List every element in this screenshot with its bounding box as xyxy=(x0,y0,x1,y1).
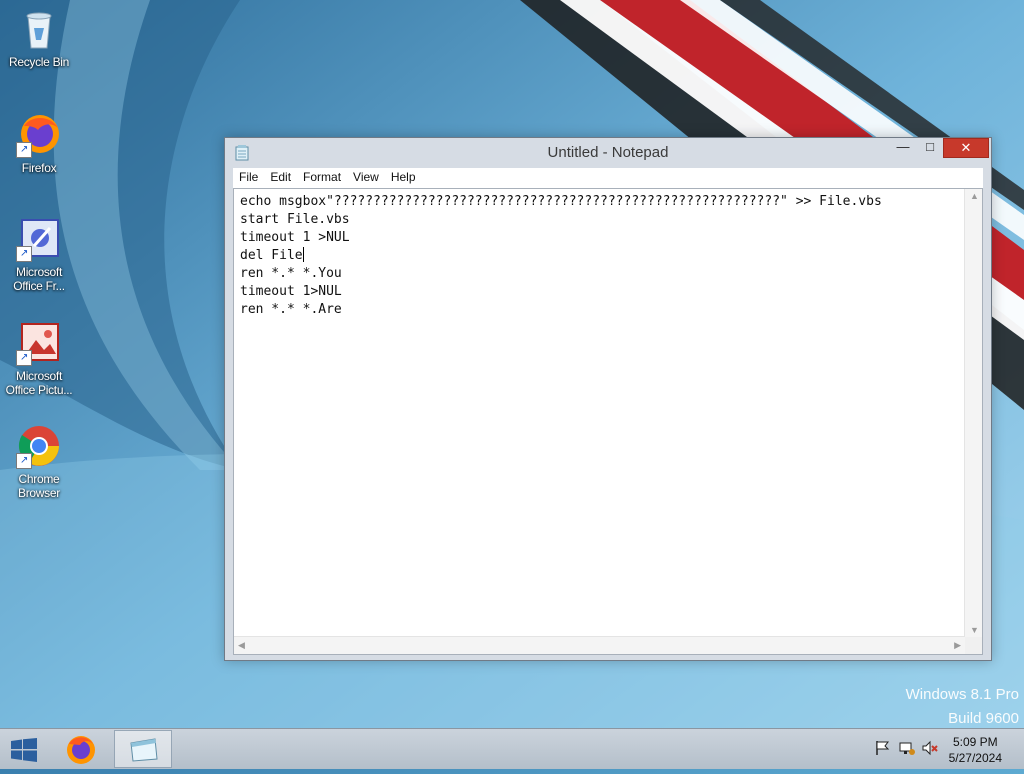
horizontal-scrollbar[interactable]: ◀ ▶ xyxy=(234,636,965,654)
recycle-bin-icon xyxy=(16,6,62,52)
firefox-icon: ↗ xyxy=(16,112,62,158)
menu-edit[interactable]: Edit xyxy=(264,168,297,184)
desktop-icon-label: Microsoft Office Pictu... xyxy=(5,369,73,397)
close-button[interactable]: ✕ xyxy=(943,138,989,158)
taskbar-notepad[interactable] xyxy=(114,730,172,768)
maximize-button[interactable]: □ xyxy=(917,138,943,158)
desktop-icon-office-frontpage[interactable]: ↗ Microsoft Office Fr... xyxy=(2,216,76,293)
text-line: timeout 1 >NUL xyxy=(240,230,350,245)
minimize-button[interactable]: — xyxy=(889,138,917,158)
text-line: start File.vbs xyxy=(240,212,350,227)
text-caret xyxy=(302,247,304,262)
taskbar: 5:09 PM 5/27/2024 xyxy=(0,728,1024,769)
action-center-flag-icon[interactable] xyxy=(874,739,892,757)
text-line: del File xyxy=(240,248,303,263)
clock-date: 5/27/2024 xyxy=(948,751,1002,765)
firefox-icon xyxy=(67,736,95,764)
scroll-right-icon[interactable]: ▶ xyxy=(954,640,961,651)
shortcut-arrow-icon: ↗ xyxy=(16,246,32,262)
menu-bar: File Edit Format View Help xyxy=(233,168,983,189)
notepad-icon xyxy=(130,738,158,762)
menu-help[interactable]: Help xyxy=(385,168,422,184)
desktop-icon-office-picture[interactable]: ↗ Microsoft Office Pictu... xyxy=(2,320,76,397)
taskbar-firefox[interactable] xyxy=(55,730,113,768)
start-button[interactable] xyxy=(10,738,38,762)
network-icon[interactable] xyxy=(898,739,916,757)
window-title: Untitled - Notepad xyxy=(547,144,669,161)
menu-view[interactable]: View xyxy=(347,168,385,184)
windows-logo-icon xyxy=(11,738,37,762)
vertical-scrollbar[interactable]: ▲ ▼ xyxy=(964,189,982,637)
text-editor[interactable]: echo msgbox"????????????????????????????… xyxy=(233,188,983,655)
text-line: ren *.* *.Are xyxy=(240,302,342,317)
clock-time: 5:09 PM xyxy=(952,735,998,749)
scroll-left-icon[interactable]: ◀ xyxy=(238,640,245,651)
shortcut-arrow-icon: ↗ xyxy=(16,350,32,366)
desktop-icon-label: Microsoft Office Fr... xyxy=(13,265,65,293)
watermark-edition: Windows 8.1 Pro xyxy=(905,686,1019,703)
menu-format[interactable]: Format xyxy=(297,168,347,184)
desktop-icon-label: Firefox xyxy=(21,161,57,175)
desktop-icon-label: Chrome Browser xyxy=(18,472,60,500)
desktop-icon-label: Recycle Bin xyxy=(8,55,70,69)
desktop-icon-recycle-bin[interactable]: Recycle Bin xyxy=(2,6,76,69)
shortcut-arrow-icon: ↗ xyxy=(16,453,32,469)
desktop-icon-chrome[interactable]: ↗ Chrome Browser xyxy=(2,423,76,500)
clock[interactable]: 5:09 PM 5/27/2024 xyxy=(949,734,1002,766)
windows-watermark: Windows 8.1 Pro Build 9600 xyxy=(906,683,1019,731)
chrome-icon: ↗ xyxy=(16,423,62,469)
size-grip[interactable] xyxy=(965,637,982,654)
menu-file[interactable]: File xyxy=(233,168,264,184)
office-picture-manager-icon: ↗ xyxy=(16,320,62,366)
text-line: ren *.* *.You xyxy=(240,266,342,281)
scroll-down-icon[interactable]: ▼ xyxy=(970,625,979,635)
text-line: echo msgbox"????????????????????????????… xyxy=(240,194,882,209)
volume-muted-icon[interactable] xyxy=(921,739,939,757)
editor-text[interactable]: echo msgbox"????????????????????????????… xyxy=(240,193,964,636)
notepad-window[interactable]: Untitled - Notepad — □ ✕ File Edit Format V… xyxy=(224,137,992,661)
desktop-icon-firefox[interactable]: ↗ Firefox xyxy=(2,112,76,175)
title-bar[interactable]: Untitled - Notepad — □ ✕ xyxy=(225,138,991,168)
text-line: timeout 1>NUL xyxy=(240,284,342,299)
shortcut-arrow-icon: ↗ xyxy=(16,142,32,158)
office-frontpage-icon: ↗ xyxy=(16,216,62,262)
scroll-up-icon[interactable]: ▲ xyxy=(970,191,979,201)
